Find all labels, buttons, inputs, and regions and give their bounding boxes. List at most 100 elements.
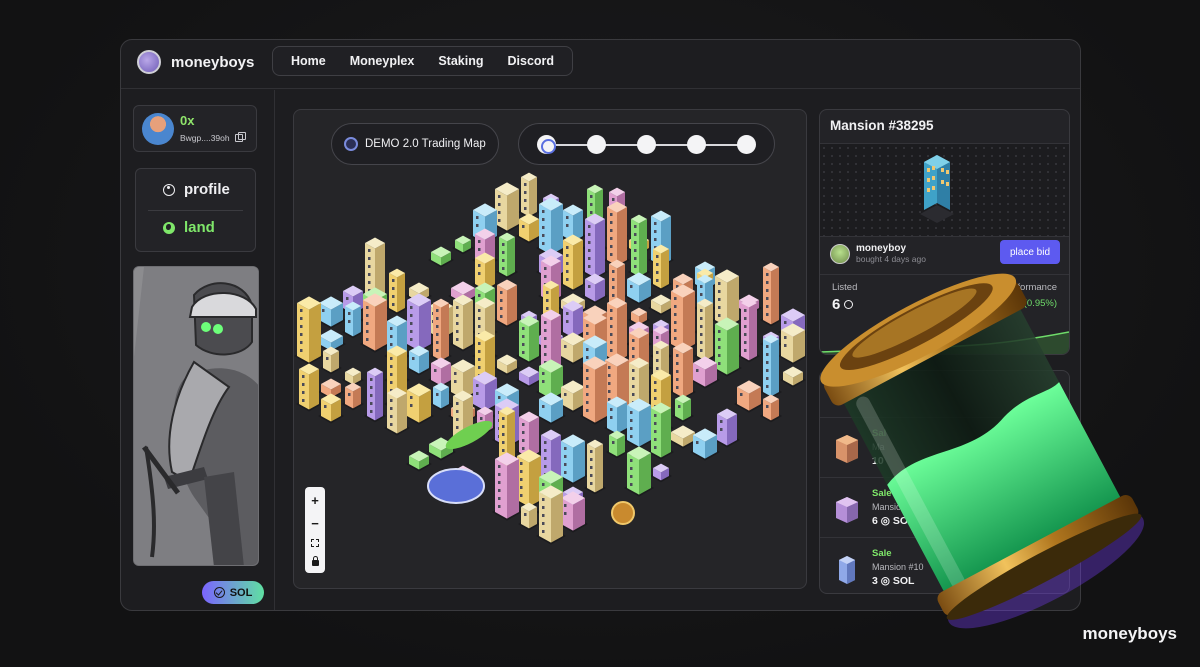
sale-type: Sale: [872, 548, 892, 559]
city-building: [430, 382, 452, 411]
sidebar-item-land[interactable]: land: [163, 219, 215, 236]
place-bid-button[interactable]: place bid: [1000, 240, 1060, 264]
brand-name: moneyboys: [171, 53, 255, 71]
map-title-pill[interactable]: DEMO 2.0 Trading Map: [331, 123, 499, 165]
city-building: [560, 234, 586, 292]
city-building: [714, 408, 740, 448]
city-building: [516, 213, 542, 244]
sol-icon: [844, 300, 854, 309]
city-building: [580, 356, 610, 425]
city-building: [606, 430, 628, 459]
lock-icon[interactable]: [311, 556, 319, 567]
character-illustration: [134, 267, 258, 565]
city-building: [738, 298, 760, 363]
city-building: [536, 485, 566, 545]
city-building: [318, 393, 344, 424]
city-building: [342, 382, 364, 411]
nav-item-home[interactable]: Home: [279, 54, 338, 68]
city-building: [760, 262, 782, 327]
owner-avatar: [830, 243, 850, 264]
city-building: [518, 172, 540, 219]
city-building: [360, 293, 390, 353]
city-building: [760, 394, 782, 423]
mansion-thumbnail: [836, 435, 858, 463]
performance-label: Performance: [1002, 282, 1057, 293]
brand[interactable]: moneyboys: [137, 50, 254, 74]
city-building: [430, 298, 452, 363]
list-item[interactable]: Sal Ma 10: [820, 417, 1069, 477]
chain-selector[interactable]: SOL: [202, 581, 264, 604]
user-circle-icon: [163, 183, 175, 196]
sidebar-menu: profile land: [135, 168, 256, 252]
globe-icon: [344, 137, 358, 151]
listed-label: Listed: [832, 282, 858, 293]
performance-sparkline: [820, 331, 1069, 354]
list-item[interactable]: Sale Mansion 6 ◎ SOL: [820, 477, 1069, 537]
sidebar: 0x Bwgp....39oh profile land SOL: [121, 90, 275, 610]
owner-name: moneyboy: [856, 243, 907, 254]
divider: [148, 210, 243, 211]
city-building: [760, 334, 782, 399]
character-artwork: [133, 266, 259, 566]
city-building: [604, 396, 630, 436]
mansion-title: Mansion #38295: [830, 118, 934, 133]
city-building: [492, 452, 522, 521]
zoom-in-button[interactable]: +: [311, 494, 319, 507]
city-building: [624, 446, 654, 497]
isometric-city: [294, 172, 806, 545]
step-5[interactable]: [737, 135, 756, 154]
divider: [820, 274, 1069, 275]
stage: moneyboys Home Moneyplex Staking Discord…: [0, 0, 1200, 667]
wallet-address: Bwgp....39oh: [180, 133, 230, 143]
city-building: [428, 246, 454, 268]
zoom-out-button[interactable]: −: [311, 517, 319, 530]
main-nav: Home Moneyplex Staking Discord: [272, 46, 574, 76]
mansion-building-image: [920, 155, 954, 223]
city-building: [494, 279, 520, 328]
sale-type: Sal: [872, 428, 887, 439]
mansion-preview: [820, 143, 1069, 237]
nav-item-moneyplex[interactable]: Moneyplex: [338, 54, 427, 68]
city-building: [536, 197, 566, 257]
step-4[interactable]: [687, 135, 706, 154]
step-1[interactable]: [537, 135, 556, 154]
sale-item-name: Mansion #10: [872, 562, 924, 572]
step-2[interactable]: [587, 135, 606, 154]
city-building: [386, 268, 408, 315]
city-building: [516, 315, 542, 364]
zoom-controls: + −: [305, 487, 325, 573]
city-building: [624, 272, 654, 305]
trading-map[interactable]: DEMO 2.0 Trading Map + −: [293, 109, 807, 589]
nav-item-staking[interactable]: Staking: [426, 54, 495, 68]
city-building: [296, 363, 322, 412]
sidebar-item-profile[interactable]: profile: [163, 181, 230, 198]
city-buildings: [294, 172, 806, 545]
sidebar-item-label: land: [184, 219, 215, 236]
city-building: [672, 394, 694, 423]
nav-item-discord[interactable]: Discord: [496, 54, 567, 68]
recent-sales-card: Sa Sal Ma 10 Sale Mansion 6 ◎ SOL Sale M…: [819, 370, 1070, 594]
city-building: [604, 201, 630, 268]
city-building: [450, 294, 476, 352]
sale-item-name: Ma: [872, 442, 885, 452]
mansion-thumbnail: [836, 497, 858, 523]
city-building: [384, 387, 410, 436]
top-bar: moneyboys Home Moneyplex Staking Discord: [121, 40, 1080, 89]
city-building: [452, 235, 474, 255]
moneyboys-emblem: [427, 468, 485, 504]
sale-price: 3 ◎ SOL: [872, 575, 915, 587]
fit-view-icon[interactable]: [311, 539, 319, 548]
wallet-card[interactable]: 0x Bwgp....39oh: [133, 105, 257, 152]
city-building: [494, 354, 520, 376]
chain-label: SOL: [229, 586, 253, 599]
copy-icon[interactable]: [234, 132, 246, 142]
city-building: [694, 298, 716, 363]
step-3[interactable]: [637, 135, 656, 154]
city-building: [734, 380, 764, 413]
city-building: [342, 301, 364, 339]
city-building: [628, 214, 650, 279]
list-item[interactable]: Sale Mansion #10 3 ◎ SOL: [820, 537, 1069, 593]
coin-marker-icon: [611, 501, 635, 525]
city-building: [650, 463, 672, 483]
app-window: moneyboys Home Moneyplex Staking Discord…: [120, 39, 1081, 611]
